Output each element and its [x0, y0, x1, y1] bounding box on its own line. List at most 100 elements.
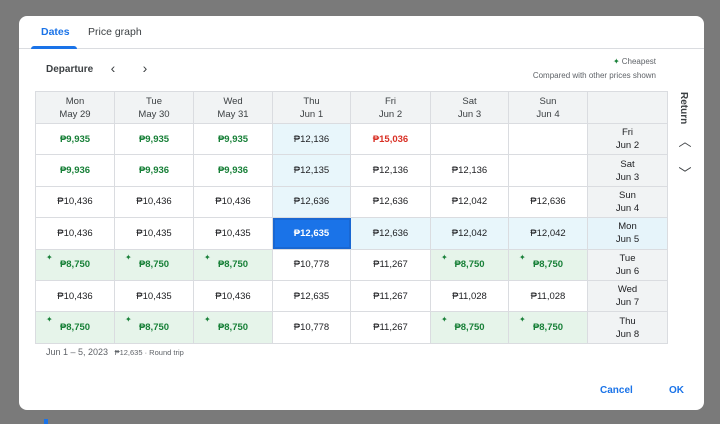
- departure-date-header: Tue May 30: [114, 91, 194, 124]
- price-grid: Mon May 29 Tue May 30 Wed May 31 Thu Jun 1 Fri Ju…: [35, 91, 668, 344]
- price-value: ₱12,136: [451, 165, 488, 177]
- price-cell[interactable]: ✦ ₱8,750: [193, 311, 273, 344]
- price-cell[interactable]: ✦ ₱8,750: [430, 311, 509, 344]
- background-marker: [44, 419, 48, 424]
- price-row: ₱10,436 ₱10,435 ₱10,436 ₱12,635 ₱11,267 ₱11,0…: [35, 279, 668, 313]
- price-cell[interactable]: ₱12,135: [272, 154, 351, 187]
- price-value: ₱10,436: [57, 196, 93, 208]
- price-cell[interactable]: ₱10,435: [114, 217, 194, 250]
- price-cell[interactable]: ✦ ₱8,750: [35, 248, 115, 281]
- row-day: Thu: [619, 315, 636, 327]
- price-cell[interactable]: ₱10,436: [193, 279, 273, 313]
- price-cell[interactable]: ₱9,936: [35, 154, 115, 187]
- price-row: ✦ ₱8,750 ✦ ₱8,750 ✦ ₱8,750 ₱10,778 ₱11,267 ✦ ₱8,7…: [35, 311, 668, 344]
- price-value: ₱8,750: [532, 259, 564, 271]
- price-cell[interactable]: ₱11,267: [350, 248, 431, 281]
- price-cell[interactable]: ₱12,636: [508, 185, 588, 219]
- price-cell[interactable]: ₱12,635: [272, 279, 351, 313]
- row-date: Jun 5: [615, 234, 640, 246]
- return-prev-button[interactable]: ︿: [676, 133, 694, 151]
- tab-dates[interactable]: Dates: [41, 26, 70, 38]
- row-day: Tue: [619, 252, 636, 264]
- departure-prev-button[interactable]: ‹: [104, 60, 122, 78]
- header-date: Jun 1: [299, 108, 324, 120]
- ok-button[interactable]: OK: [669, 385, 684, 396]
- price-cell[interactable]: ✦ ₱8,750: [193, 248, 273, 281]
- price-value: ₱9,936: [217, 165, 249, 177]
- return-next-button[interactable]: ﹀: [676, 165, 694, 183]
- return-date-header: Mon Jun 5: [587, 217, 668, 250]
- price-value: ₱11,028: [530, 290, 566, 302]
- price-cell[interactable]: ₱9,935: [193, 122, 273, 156]
- departure-next-button[interactable]: ›: [136, 60, 154, 78]
- price-value: ₱12,636: [293, 196, 330, 208]
- price-cell[interactable]: ✦ ₱8,750: [114, 311, 194, 344]
- price-cell[interactable]: ₱10,435: [114, 279, 194, 313]
- price-cell[interactable]: ₱10,778: [272, 311, 351, 344]
- departure-date-header: Sun Jun 4: [508, 91, 588, 124]
- row-date: Jun 7: [615, 297, 640, 309]
- return-date-header: Fri Jun 2: [587, 122, 668, 156]
- price-cell[interactable]: ₱10,436: [114, 185, 194, 219]
- row-date: Jun 6: [615, 265, 640, 277]
- price-cell[interactable]: ₱9,936: [193, 154, 273, 187]
- trip-summary: Jun 1 – 5, 2023 ₱12,635 · Round trip: [46, 347, 184, 357]
- return-date-header: Thu Jun 8: [587, 311, 668, 344]
- price-cell[interactable]: ₱12,042: [508, 217, 588, 250]
- header-day: Sat: [462, 95, 477, 107]
- price-cell[interactable]: ✦ ₱8,750: [508, 311, 588, 344]
- price-cell[interactable]: ₱12,136: [430, 154, 509, 187]
- price-value: ₱12,042: [451, 196, 488, 208]
- price-cell[interactable]: ₱12,635: [272, 217, 351, 250]
- row-day: Wed: [617, 284, 638, 296]
- price-cell[interactable]: ₱12,042: [430, 217, 509, 250]
- price-cell[interactable]: ₱11,028: [430, 279, 509, 313]
- row-day: Mon: [618, 221, 637, 233]
- price-value: ₱9,935: [217, 133, 249, 145]
- price-cell[interactable]: ₱10,436: [35, 279, 115, 313]
- price-cell[interactable]: ₱10,436: [35, 185, 115, 219]
- price-value: ₱12,136: [372, 165, 409, 177]
- date-grid-dialog: Dates Price graph Departure ‹ › ✦ Cheapes…: [19, 16, 704, 410]
- price-cell[interactable]: ₱10,435: [193, 217, 273, 250]
- price-cell[interactable]: ₱10,778: [272, 248, 351, 281]
- active-tab-indicator: [31, 46, 77, 49]
- price-value: ₱9,935: [138, 133, 170, 145]
- price-cell[interactable]: ₱11,028: [508, 279, 588, 313]
- price-cell[interactable]: ✦ ₱8,750: [114, 248, 194, 281]
- price-cell[interactable]: ₱15,036: [350, 122, 431, 156]
- price-value: ₱10,435: [136, 290, 172, 302]
- cancel-button[interactable]: Cancel: [600, 385, 633, 396]
- row-day: Sun: [619, 189, 636, 201]
- price-cell[interactable]: ₱12,136: [272, 122, 351, 156]
- tab-price-graph[interactable]: Price graph: [88, 26, 142, 38]
- price-cell[interactable]: ₱11,267: [350, 311, 431, 344]
- price-cell[interactable]: ✦ ₱8,750: [430, 248, 509, 281]
- header-day: Tue: [145, 95, 163, 107]
- price-cell[interactable]: ₱9,935: [114, 122, 194, 156]
- price-cell[interactable]: ₱9,935: [35, 122, 115, 156]
- price-value: ₱10,436: [57, 227, 93, 239]
- price-cell[interactable]: ₱10,436: [35, 217, 115, 250]
- price-cell[interactable]: ₱10,436: [193, 185, 273, 219]
- header-date: Jun 3: [457, 108, 482, 120]
- price-cell[interactable]: ₱9,936: [114, 154, 194, 187]
- sparkle-icon: ✦: [204, 315, 211, 325]
- price-cell[interactable]: ₱12,636: [350, 185, 431, 219]
- price-value: ₱10,778: [293, 259, 330, 271]
- price-cell[interactable]: ✦ ₱8,750: [35, 311, 115, 344]
- price-value: ₱10,436: [215, 196, 251, 208]
- price-value: ₱8,750: [217, 259, 249, 271]
- price-cell[interactable]: ✦ ₱8,750: [508, 248, 588, 281]
- price-cell: [508, 154, 588, 187]
- price-cell[interactable]: ₱12,042: [430, 185, 509, 219]
- price-value: ₱12,636: [530, 196, 566, 208]
- price-row: ₱10,436 ₱10,436 ₱10,436 ₱12,636 ₱12,636 ₱12,0…: [35, 185, 668, 219]
- price-cell[interactable]: ₱12,636: [350, 217, 431, 250]
- price-value: ₱12,042: [451, 227, 488, 239]
- price-cell[interactable]: ₱11,267: [350, 279, 431, 313]
- price-cell[interactable]: ₱12,636: [272, 185, 351, 219]
- summary-detail: ₱12,635 · Round trip: [114, 348, 184, 357]
- price-cell: [430, 122, 509, 156]
- price-cell[interactable]: ₱12,136: [350, 154, 431, 187]
